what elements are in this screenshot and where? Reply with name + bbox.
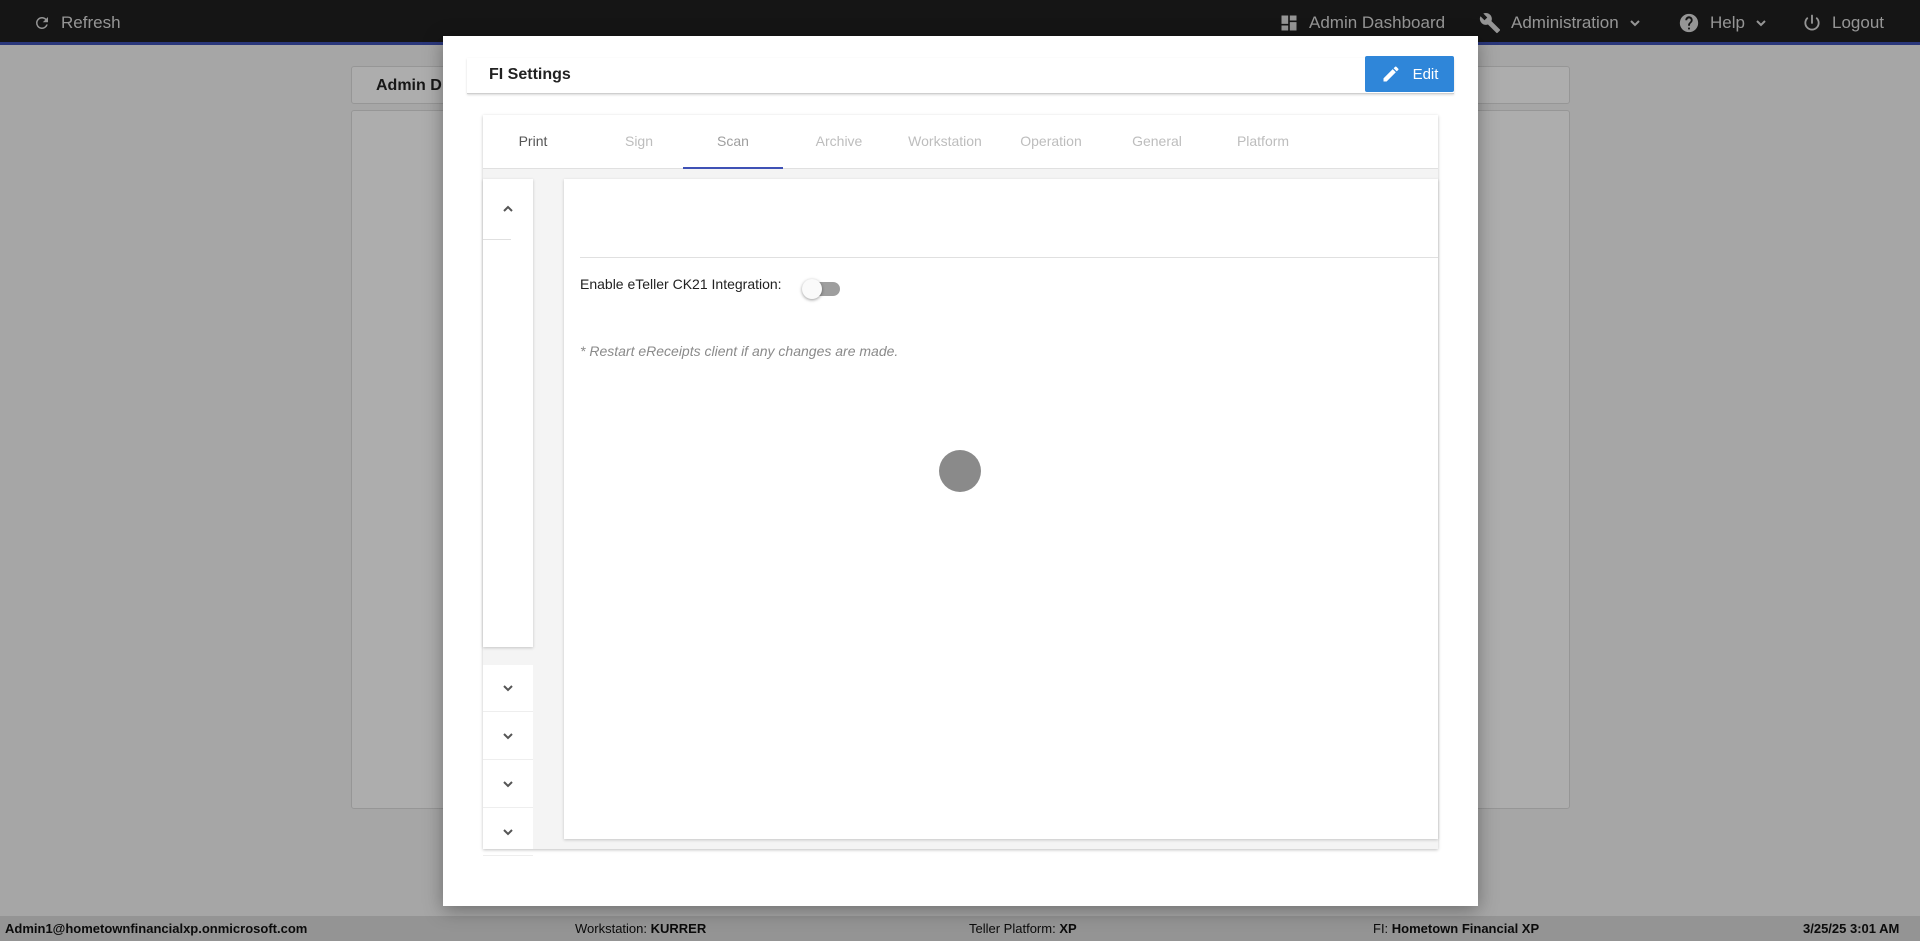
settings-tabs: Print Sign Scan Archive Workstation Oper…	[483, 115, 1438, 169]
section-expanders	[483, 665, 533, 856]
chevron-down-icon	[503, 733, 513, 740]
ck21-integration-toggle[interactable]	[802, 279, 840, 299]
dialog-title: FI Settings	[489, 66, 571, 83]
panel-divider	[580, 257, 1438, 258]
edit-button[interactable]: Edit	[1365, 56, 1454, 92]
section-expand-button[interactable]	[483, 761, 533, 808]
tab-workstation[interactable]: Workstation	[895, 115, 995, 169]
section-expand-button[interactable]	[483, 809, 533, 856]
section-divider	[483, 239, 511, 240]
tab-platform[interactable]: Platform	[1213, 115, 1313, 169]
chevron-down-icon	[503, 781, 513, 788]
settings-card: Print Sign Scan Archive Workstation Oper…	[483, 115, 1438, 856]
loading-spinner	[939, 450, 981, 492]
section-collapse-button[interactable]	[483, 193, 533, 225]
tab-operation[interactable]: Operation	[1001, 115, 1101, 169]
section-expand-button[interactable]	[483, 713, 533, 760]
tab-print[interactable]: Print	[483, 115, 583, 169]
chevron-up-icon	[503, 205, 513, 212]
edit-label: Edit	[1412, 65, 1439, 83]
scan-settings-panel: Enable eTeller CK21 Integration: * Resta…	[564, 179, 1438, 839]
tab-scan[interactable]: Scan	[683, 115, 783, 169]
chevron-down-icon	[503, 829, 513, 836]
tab-archive[interactable]: Archive	[789, 115, 889, 169]
restart-note: * Restart eReceipts client if any change…	[580, 343, 899, 359]
pencil-icon	[1383, 66, 1399, 82]
tab-sign[interactable]: Sign	[589, 115, 689, 169]
section-expand-button[interactable]	[483, 665, 533, 712]
toggle-knob	[802, 279, 822, 299]
tab-general[interactable]: General	[1107, 115, 1207, 169]
ck21-integration-label: Enable eTeller CK21 Integration:	[580, 276, 782, 292]
fi-settings-dialog: FI Settings Edit Print Sign Scan Archive…	[443, 36, 1478, 906]
chevron-down-icon	[503, 685, 513, 692]
section-nav	[483, 179, 533, 647]
dialog-header: FI Settings Edit	[467, 56, 1454, 94]
